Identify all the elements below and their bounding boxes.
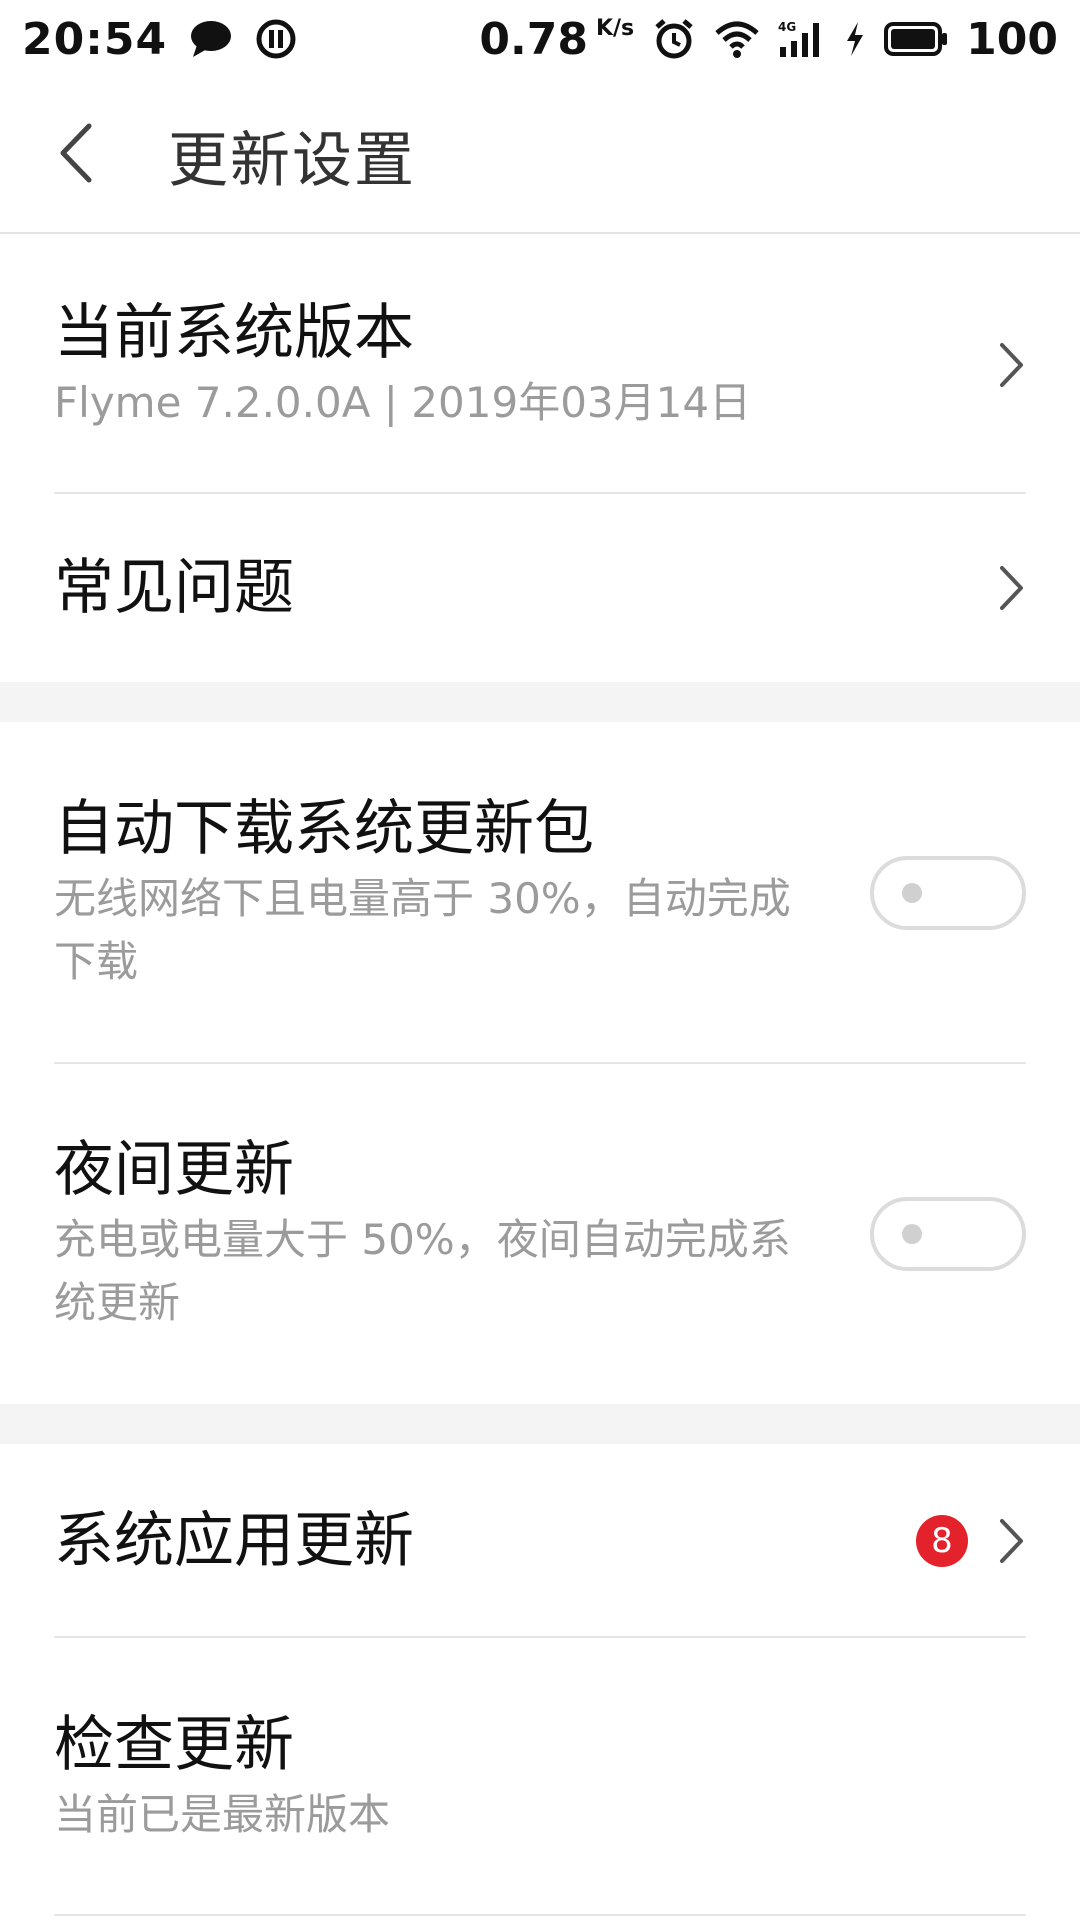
check-update-title: 检查更新	[54, 1709, 294, 1780]
signal-icon: 4G	[778, 19, 826, 59]
battery-icon	[884, 22, 948, 56]
settings-list: 当前系统版本 Flyme 7.2.0.0A | 2019年03月14日 常见问题	[0, 236, 1080, 1916]
network-type-label: 4G	[778, 20, 796, 34]
row-night-update: 夜间更新 充电或电量大于 50%，夜间自动完成系统更新	[0, 1064, 1080, 1404]
chevron-right-icon	[966, 340, 1026, 390]
back-arrow-icon	[55, 122, 95, 188]
section-separator	[0, 682, 1080, 722]
system-version-title: 当前系统版本	[54, 297, 414, 368]
page-title: 更新设置	[168, 125, 416, 196]
update-count-badge: 8	[916, 1515, 968, 1567]
auto-download-toggle[interactable]	[870, 856, 1026, 930]
net-speed-unit: K/s	[595, 15, 635, 41]
section-separator	[0, 1404, 1080, 1444]
wifi-icon	[714, 19, 760, 59]
toggle-knob	[902, 1224, 922, 1244]
net-speed: 0.78 K/s	[479, 13, 635, 65]
check-update-subtitle: 当前已是最新版本	[54, 1789, 391, 1839]
alarm-icon	[652, 17, 696, 61]
chevron-right-icon	[986, 1516, 1026, 1566]
night-update-subtitle: 充电或电量大于 50%，夜间自动完成系统更新	[54, 1215, 791, 1327]
divider	[54, 1914, 1026, 1916]
chat-bubble-icon	[189, 19, 233, 59]
row-faq[interactable]: 常见问题	[0, 494, 1080, 682]
battery-level: 100	[966, 13, 1058, 65]
back-button[interactable]	[0, 77, 150, 233]
faq-title: 常见问题	[54, 553, 294, 623]
pause-circle-icon	[255, 18, 297, 60]
system-version-subtitle: Flyme 7.2.0.0A | 2019年03月14日	[54, 377, 752, 427]
row-check-update[interactable]: 检查更新 当前已是最新版本	[0, 1638, 1080, 1916]
status-time: 20:54	[22, 13, 168, 65]
auto-download-subtitle: 无线网络下且电量高于 30%，自动完成下载	[54, 874, 791, 986]
night-update-title: 夜间更新	[54, 1135, 294, 1205]
auto-download-title: 自动下载系统更新包	[54, 794, 594, 864]
toggle-knob	[902, 883, 922, 903]
charging-icon	[844, 20, 866, 58]
title-bar: 更新设置	[0, 78, 1080, 234]
night-update-toggle[interactable]	[870, 1197, 1026, 1271]
row-system-version[interactable]: 当前系统版本 Flyme 7.2.0.0A | 2019年03月14日	[0, 236, 1080, 494]
chevron-right-icon	[966, 563, 1026, 613]
status-bar: 20:54 0.78 K/s 4G 100	[0, 0, 1080, 78]
row-auto-download: 自动下载系统更新包 无线网络下且电量高于 30%，自动完成下载	[0, 722, 1080, 1064]
row-app-updates[interactable]: 系统应用更新 8	[0, 1444, 1080, 1638]
app-updates-title: 系统应用更新	[54, 1506, 414, 1576]
